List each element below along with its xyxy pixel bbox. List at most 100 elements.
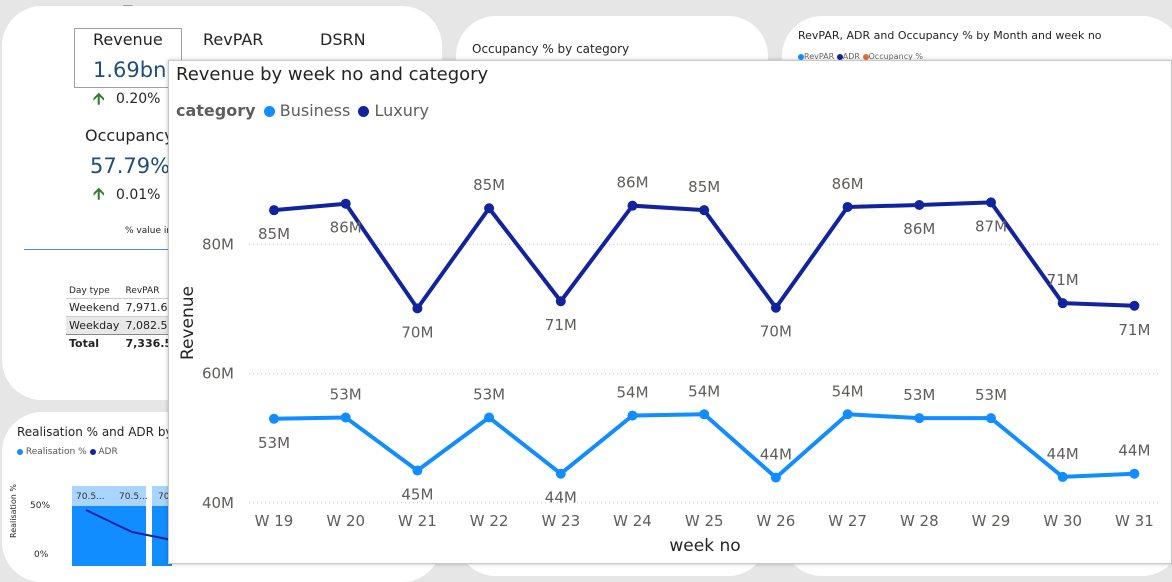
x-tick-label: W 29 (972, 512, 1011, 530)
y-tick-label: 80M (202, 235, 234, 253)
data-point (484, 203, 495, 214)
legend-label: Realisation % (25, 447, 87, 457)
data-label: 87M (975, 217, 1007, 235)
data-label: 71M (545, 316, 577, 334)
table-cell: Weekday (69, 319, 120, 332)
series-line-business (273, 412, 1135, 480)
data-point (269, 413, 279, 424)
table-total-row: Total 7,336.5 (66, 334, 176, 353)
data-label: 44M (1118, 442, 1150, 460)
data-point (484, 412, 495, 423)
bar-label: 70.5... (119, 492, 148, 502)
table-header: Day type RevPAR (66, 284, 175, 299)
data-point (699, 409, 710, 420)
divider (24, 249, 174, 250)
x-axis-title: week no (669, 536, 740, 556)
data-point (1129, 468, 1140, 479)
data-label: 53M (258, 434, 290, 452)
monthly-card-title: RevPAR, ADR and Occupancy % by Month and… (798, 29, 1102, 42)
data-point (986, 413, 996, 424)
data-label: 85M (473, 176, 505, 194)
data-point (627, 200, 638, 211)
data-point (340, 412, 351, 423)
data-label: 44M (760, 446, 792, 464)
tick-label: 0% (34, 550, 49, 560)
legend-label: ADR (98, 447, 118, 457)
x-tick-label: W 22 (470, 512, 509, 530)
data-point (340, 198, 351, 209)
x-tick-label: W 28 (900, 512, 939, 530)
data-label: 86M (330, 219, 362, 237)
data-label: 70M (401, 323, 433, 341)
data-label: 54M (688, 382, 720, 400)
data-point (269, 205, 279, 216)
data-point (914, 413, 925, 424)
tab-revenue-label: Revenue (93, 30, 163, 49)
revenue-change: 0.20% (116, 91, 161, 107)
legend-dot (89, 448, 96, 455)
trend-up-icon: 🡩 (93, 184, 105, 203)
x-tick-label: W 26 (757, 512, 796, 530)
data-point (914, 200, 925, 211)
data-point (1129, 300, 1140, 311)
x-tick-label: W 24 (613, 512, 652, 530)
occupancy-change: 0.01% (116, 187, 161, 203)
table-cell: Weekend (69, 301, 120, 314)
table-row[interactable]: Weekday 7,082.5 (66, 316, 176, 335)
data-label: 86M (832, 175, 864, 193)
line-chart: 80M 60M 40M W 19 W 20 W 21 W 22 W 23 W 24 W 25 W 2… (178, 174, 1159, 556)
data-label: 53M (903, 386, 935, 404)
trend-up-icon: 🡩 (93, 89, 105, 108)
table-row[interactable]: Weekend 7,971.6 (66, 298, 176, 317)
occupancy-value: 57.79% (90, 154, 171, 178)
data-point (555, 468, 566, 479)
header-cell: Day type (69, 286, 110, 296)
realisation-ylabel: Realisation % (9, 483, 18, 538)
data-point (770, 472, 781, 483)
y-axis-title: Revenue (178, 286, 198, 360)
data-point (699, 205, 710, 216)
x-tick-label: W 25 (685, 512, 724, 530)
x-tick-label: W 27 (828, 512, 867, 530)
data-point (412, 465, 423, 476)
data-label: 85M (258, 225, 290, 243)
data-label: 53M (975, 386, 1007, 404)
data-label: 86M (616, 174, 648, 192)
tick-label: 50% (30, 501, 51, 511)
data-point (842, 409, 853, 420)
data-point (555, 296, 566, 307)
data-label: 85M (688, 178, 720, 196)
data-point (627, 410, 638, 421)
data-label: 53M (473, 386, 505, 404)
data-point (1057, 471, 1068, 482)
occupancy-card-title: Occupancy % by category (472, 42, 630, 56)
table-cell: Total (69, 337, 100, 350)
value-note: % value in (125, 226, 173, 236)
bar-label: 70.5... (76, 492, 105, 502)
data-point (986, 197, 996, 208)
data-label: 53M (330, 386, 362, 404)
data-label: 86M (903, 220, 935, 238)
tab-dsrn[interactable]: DSRN (320, 30, 366, 49)
x-tick-label: W 23 (541, 512, 580, 530)
realisation-legend: Realisation % ADR (17, 447, 118, 457)
tab-revpar[interactable]: RevPAR (203, 30, 263, 49)
data-label: 44M (1047, 445, 1079, 463)
x-tick-label: W 31 (1115, 512, 1154, 530)
data-point (770, 302, 781, 313)
data-label: 71M (1047, 271, 1079, 289)
data-label: 44M (545, 489, 577, 507)
data-label: 70M (760, 323, 792, 341)
x-tick-label: W 30 (1043, 512, 1082, 530)
data-point (842, 201, 853, 212)
x-tick-label: W 19 (255, 512, 294, 530)
realisation-card-title: Realisation % and ADR by B (17, 425, 185, 439)
data-label: 54M (616, 384, 648, 402)
revenue-value: 1.69bn (93, 58, 167, 82)
occupancy-label: Occupancy (85, 126, 174, 145)
data-label: 54M (832, 382, 864, 400)
focused-chart-panel[interactable]: Revenue by week no and category category… (168, 60, 1172, 564)
legend-dot (17, 448, 23, 455)
x-tick-label: W 21 (398, 512, 437, 530)
data-point (412, 303, 423, 314)
